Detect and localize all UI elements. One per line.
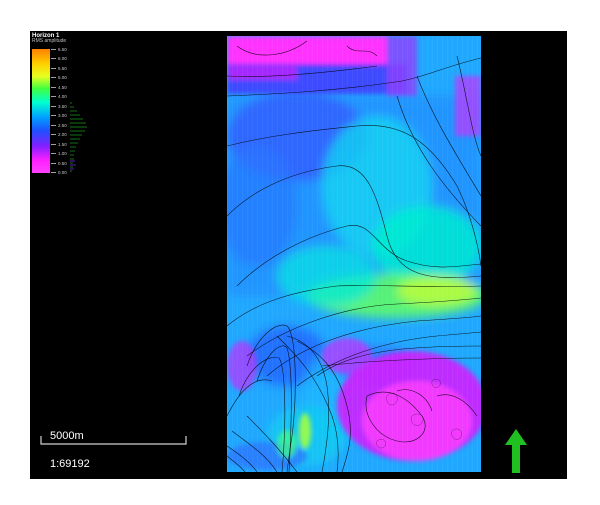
color-scale-tickmark <box>51 87 56 88</box>
scale-bar-label: 5000m <box>50 430 84 442</box>
color-scale-tickmark <box>51 58 56 59</box>
tick-label: 4.00 <box>58 94 67 99</box>
tick-label: 6.50 <box>58 47 67 52</box>
color-scale-tickmark <box>51 125 56 126</box>
color-scale-tickmark <box>51 77 56 78</box>
tick-label: 1.50 <box>58 142 67 147</box>
amplitude-histogram <box>70 102 87 172</box>
tick-label: 3.00 <box>58 113 67 118</box>
color-scale-tickmark <box>51 49 56 50</box>
color-scale-tickmark <box>51 115 56 116</box>
north-arrow-icon <box>505 429 527 473</box>
tick-label: 5.00 <box>58 75 67 80</box>
color-scale-tickmark <box>51 163 56 164</box>
tick-label: 4.50 <box>58 85 67 90</box>
tick-label: 1.00 <box>58 151 67 156</box>
rms-amplitude-map[interactable] <box>227 36 481 472</box>
legend-subtitle: RMS amplitude <box>32 38 67 44</box>
tick-label: 3.50 <box>58 104 67 109</box>
color-scale-tickmark <box>51 172 56 173</box>
tick-label: 0.50 <box>58 161 67 166</box>
tick-label: 2.00 <box>58 132 67 137</box>
color-scale-tickmark <box>51 144 56 145</box>
scale-ratio: 1:69192 <box>50 458 90 470</box>
tick-label: 6.00 <box>58 56 67 61</box>
tick-label: 2.50 <box>58 123 67 128</box>
color-scale-tickmark <box>51 153 56 154</box>
tick-label: 0.00 <box>58 170 67 175</box>
color-scale-tickmark <box>51 134 56 135</box>
color-scale-tickmark <box>51 106 56 107</box>
color-scale-tickmark <box>51 96 56 97</box>
tick-label: 5.50 <box>58 66 67 71</box>
color-scale-bar <box>32 49 50 173</box>
color-scale-tickmark <box>51 68 56 69</box>
map-viewport[interactable]: Horizon 1 RMS amplitude 6.50 6.00 5.50 5… <box>30 31 567 479</box>
